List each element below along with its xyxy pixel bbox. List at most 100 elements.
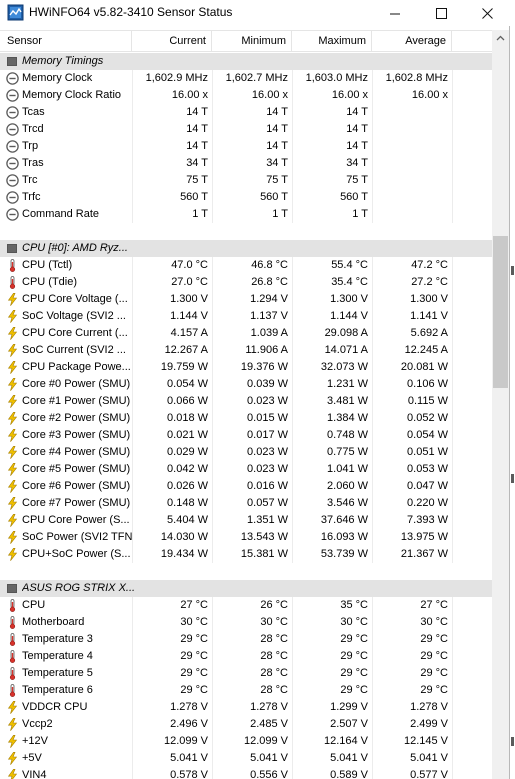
sensor-row-temperature-5[interactable]: Temperature 5 29 °C 28 °C 29 °C 29 °C [0,665,492,682]
sensor-row-memory-clock-ratio[interactable]: Memory Clock Ratio 16.00 x 16.00 x 16.00 x 1… [0,87,492,104]
column-divider [292,461,293,478]
sensor-row-core-1-power-smu[interactable]: Core #1 Power (SMU) 0.066 W 0.023 W 3.481 W… [0,393,492,410]
sensor-name: Core #5 Power (SMU) [22,463,131,475]
column-divider [372,359,373,376]
sensor-row-motherboard[interactable]: Motherboard 30 °C 30 °C 30 °C 30 °C [0,614,492,631]
sensor-row-cpu-tdie[interactable]: CPU (Tdie) 27.0 °C 26.8 °C 35.4 °C 27.2 °C [0,274,492,291]
sensor-row-command-rate[interactable]: Command Rate 1 T 1 T 1 T [0,206,492,223]
column-divider [212,189,213,206]
column-divider [212,461,213,478]
sensor-row-cpu-core-current[interactable]: CPU Core Current (... 4.157 A 1.039 A 29.09… [0,325,492,342]
minimum-value: 0.023 W [247,395,288,407]
sensor-row-12v[interactable]: +12V 12.099 V 12.099 V 12.164 V 12.145 V [0,733,492,750]
sensor-row-core-3-power-smu[interactable]: Core #3 Power (SMU) 0.021 W 0.017 W 0.748 W… [0,427,492,444]
scroll-thumb[interactable] [493,236,508,388]
column-header-average[interactable]: Average [372,31,452,52]
column-divider [452,206,453,223]
column-divider [212,257,213,274]
current-value: 27.0 °C [171,276,208,288]
sensor-row-trc[interactable]: Trc 75 T 75 T 75 T [0,172,492,189]
column-divider [132,359,133,376]
column-divider [452,308,453,325]
close-button[interactable] [464,0,510,26]
sensor-group-row[interactable]: CPU [#0]: AMD Ryz... [0,240,492,257]
sensor-row-vin4[interactable]: VIN4 0.578 V 0.556 V 0.589 V 0.577 V [0,767,492,779]
sensor-row-soc-power-svi2-tfn[interactable]: SoC Power (SVI2 TFN) 14.030 W 13.543 W 16.0… [0,529,492,546]
sensor-row-memory-clock[interactable]: Memory Clock 1,602.9 MHz 1,602.7 MHz 1,603.… [0,70,492,87]
column-divider [212,359,213,376]
sensor-row-temperature-4[interactable]: Temperature 4 29 °C 28 °C 29 °C 29 °C [0,648,492,665]
current-value: 19.434 W [160,548,208,560]
column-header-maximum[interactable]: Maximum [292,31,372,52]
maximum-value: 2.060 W [327,480,368,492]
column-header-minimum[interactable]: Minimum [212,31,292,52]
column-divider [372,665,373,682]
column-divider [372,274,373,291]
sensor-row-cpu-tctl[interactable]: CPU (Tctl) 47.0 °C 46.8 °C 55.4 °C 47.2 °C [0,257,492,274]
average-value: 5.041 V [410,752,448,764]
column-divider [372,121,373,138]
column-divider [132,410,133,427]
average-value: 30 °C [420,616,448,628]
sensor-row-core-7-power-smu[interactable]: Core #7 Power (SMU) 0.148 W 0.057 W 3.546 W… [0,495,492,512]
sensor-row-temperature-6[interactable]: Temperature 6 29 °C 28 °C 29 °C 29 °C [0,682,492,699]
column-divider [372,682,373,699]
sensor-group-row[interactable]: Memory Timings [0,53,492,70]
sensor-row-cpu-core-voltage[interactable]: CPU Core Voltage (... 1.300 V 1.294 V 1.300… [0,291,492,308]
minimum-value: 34 T [266,157,288,169]
column-divider [292,427,293,444]
column-header-current[interactable]: Current [132,31,212,52]
title-bar[interactable]: HWiNFO64 v5.82-3410 Sensor Status [0,0,510,26]
sensor-group-name: ASUS ROG STRIX X... [22,582,134,594]
vertical-scrollbar[interactable] [492,30,509,779]
minimize-button[interactable] [372,0,418,26]
sensor-row-core-4-power-smu[interactable]: Core #4 Power (SMU) 0.029 W 0.023 W 0.775 W… [0,444,492,461]
column-divider [212,478,213,495]
sensor-row-core-0-power-smu[interactable]: Core #0 Power (SMU) 0.054 W 0.039 W 1.231 W… [0,376,492,393]
thermometer-icon [6,633,19,646]
minimum-value: 0.017 W [247,429,288,441]
sensor-row-tras[interactable]: Tras 34 T 34 T 34 T [0,155,492,172]
minimum-value: 28 °C [260,667,288,679]
sensor-row-trfc[interactable]: Trfc 560 T 560 T 560 T [0,189,492,206]
column-header-sensor[interactable]: Sensor [0,31,132,52]
column-divider [132,70,133,87]
sensor-row-core-2-power-smu[interactable]: Core #2 Power (SMU) 0.018 W 0.015 W 1.384 W… [0,410,492,427]
sensor-row-tcas[interactable]: Tcas 14 T 14 T 14 T [0,104,492,121]
column-divider [452,393,453,410]
sensor-row-vccp2[interactable]: Vccp2 2.496 V 2.485 V 2.507 V 2.499 V [0,716,492,733]
sensor-row-cpu[interactable]: CPU 27 °C 26 °C 35 °C 27 °C [0,597,492,614]
average-value: 0.106 W [407,378,448,390]
sensor-row-cpu-core-power-s[interactable]: CPU Core Power (S... 5.404 W 1.351 W 37.646… [0,512,492,529]
column-divider [212,308,213,325]
desktop-edge [510,0,515,779]
sensor-group-row[interactable]: ASUS ROG STRIX X... [0,580,492,597]
column-divider [452,87,453,104]
sensor-row-vddcr-cpu[interactable]: VDDCR CPU 1.278 V 1.278 V 1.299 V 1.278 V [0,699,492,716]
column-divider [292,121,293,138]
minimum-value: 14 T [266,106,288,118]
column-divider [212,597,213,614]
current-value: 1.300 V [170,293,208,305]
sensor-row-cpu-package-powe[interactable]: CPU Package Powe... 19.759 W 19.376 W 32.07… [0,359,492,376]
maximum-value: 3.481 W [327,395,368,407]
sensor-row-soc-current-svi2[interactable]: SoC Current (SVI2 ... 12.267 A 11.906 A 14.… [0,342,492,359]
scroll-up-button[interactable] [492,30,509,47]
sensor-row-core-6-power-smu[interactable]: Core #6 Power (SMU) 0.026 W 0.016 W 2.060 W… [0,478,492,495]
maximize-button[interactable] [418,0,464,26]
sensor-name: Motherboard [22,616,85,628]
sensor-row-trcd[interactable]: Trcd 14 T 14 T 14 T [0,121,492,138]
sensor-row-cpu-soc-power-s[interactable]: CPU+SoC Power (S... 19.434 W 15.381 W 53.73… [0,546,492,563]
sensor-row-core-5-power-smu[interactable]: Core #5 Power (SMU) 0.042 W 0.023 W 1.041 W… [0,461,492,478]
column-divider [452,427,453,444]
current-value: 12.267 A [164,344,208,356]
minimum-value: 16.00 x [251,89,288,101]
current-value: 14 T [186,140,208,152]
minimum-value: 1.039 A [250,327,288,339]
minimum-value: 26 °C [260,599,288,611]
sensor-row-trp[interactable]: Trp 14 T 14 T 14 T [0,138,492,155]
sensor-row-5v[interactable]: +5V 5.041 V 5.041 V 5.041 V 5.041 V [0,750,492,767]
sensor-row-temperature-3[interactable]: Temperature 3 29 °C 28 °C 29 °C 29 °C [0,631,492,648]
sensor-row-soc-voltage-svi2[interactable]: SoC Voltage (SVI2 ... 1.144 V 1.137 V 1.144… [0,308,492,325]
maximum-value: 14 T [346,123,368,135]
